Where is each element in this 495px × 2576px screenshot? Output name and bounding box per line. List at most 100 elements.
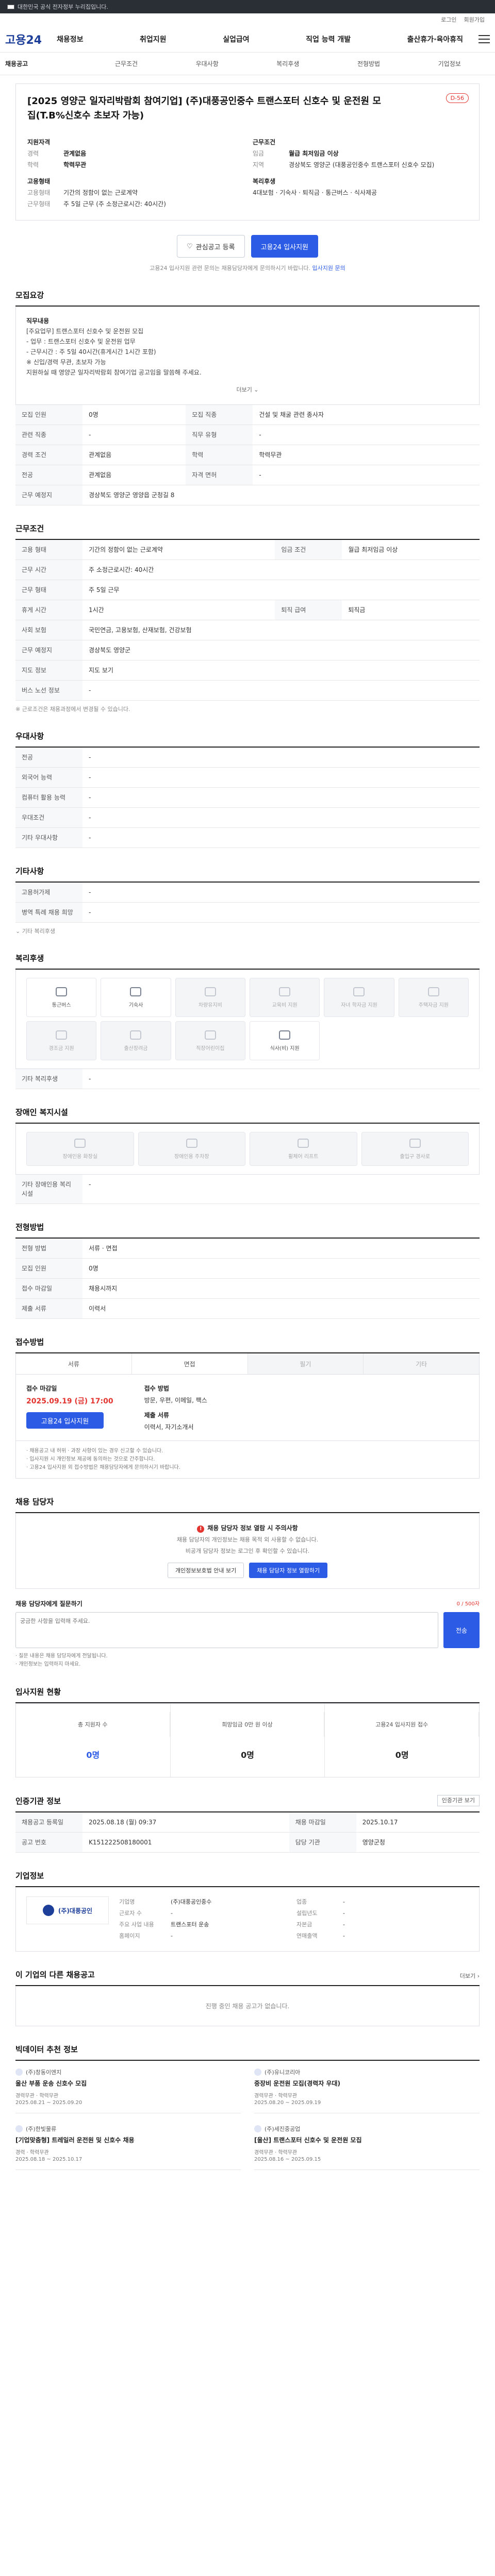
company-value: 트랜스포터 운송 <box>171 1921 209 1928</box>
bus-icon <box>56 987 68 996</box>
row-label: 담당 기관 <box>289 1832 356 1853</box>
welfare-item: 출산장려금 <box>101 1021 171 1060</box>
row-value: 주 소정근로시간: 40시간 <box>82 560 480 580</box>
row-label: 전공 <box>15 465 82 485</box>
wage-value: 월급 최저임금 이상 <box>289 150 339 157</box>
site-logo[interactable]: 고용24 <box>5 31 57 47</box>
gnb-menu-support[interactable]: 취업지원 <box>140 34 167 44</box>
apply-inquiry-link[interactable]: 입사지원 문의 <box>312 265 345 272</box>
career-value: 관계없음 <box>63 150 87 157</box>
company-label: 기업명 <box>119 1899 135 1905</box>
row-value: 0명 <box>82 405 186 425</box>
welfare-grid: 통근버스 기숙사 차량유지비 교육비 지원 자녀 학자금 지원 주택자금 지원 … <box>15 970 480 1069</box>
welfare-item-label: 기숙사 <box>128 1002 143 1008</box>
tab-recruit[interactable]: 채용공고 <box>5 59 86 68</box>
apply-box-button[interactable]: 고용24 입사지원 <box>26 1412 104 1429</box>
welfare-item: 기숙사 <box>101 978 171 1017</box>
process-section: 전형방법 전형 방법 서류 · 면접 모집 인원 0명 접수 마감일 채용시까지 제출… <box>15 1222 480 1319</box>
privacy-guide-button[interactable]: 개인정보보호법 안내 보기 <box>167 1563 244 1578</box>
gift-icon <box>56 1030 68 1040</box>
company-box: (주)대풍공인 기업명 (주)대풍공인중수 업종 - 근로자 수 - 설립년도 - 주요 사… <box>15 1887 480 1952</box>
view-contact-button[interactable]: 채용 담당자 정보 열람하기 <box>249 1563 328 1578</box>
recommend-card[interactable]: (주)세진중공업 [울산] 트랜스포터 신호수 및 운전원 모집 경력무관 · … <box>254 2125 480 2170</box>
process-table: 전형 방법 서류 · 면접 모집 인원 0명 접수 마감일 채용시까지 제출 서류 이력… <box>15 1239 480 1319</box>
job-description-line: [주요업무] 트랜스포터 신호수 및 운전원 모집 <box>26 328 144 335</box>
card-title: 중장비 운전원 모집(경력자 우대) <box>254 2080 341 2087</box>
expand-button[interactable]: 더보기 ⌄ <box>26 385 469 395</box>
apply-steps: 서류 면접 필기 기타 <box>15 1353 480 1375</box>
process-heading: 전형방법 <box>15 1222 480 1239</box>
signup-link[interactable]: 회원가입 <box>464 15 485 24</box>
login-link[interactable]: 로그인 <box>441 15 456 24</box>
question-send-button[interactable]: 전송 <box>443 1612 480 1648</box>
stats-panel: 총 지원자 수 0명 희망임금 0만 원 이상 0명 고용24 입사지원 접수 0명 <box>15 1703 480 1777</box>
map-link[interactable]: 지도 보기 <box>82 660 480 681</box>
scholarship-icon <box>353 987 365 996</box>
company-value: (주)대풍공인중수 <box>171 1899 212 1905</box>
recommend-card[interactable]: (주)유니코리아 중장비 운전원 모집(경력자 우대) 경력무관 · 학력무관 … <box>254 2068 480 2113</box>
page-bottom-spacer <box>15 2170 480 2211</box>
dormitory-icon <box>130 987 142 996</box>
certify-more-button[interactable]: 인증기관 보기 <box>437 1795 480 1806</box>
contact-heading: 채용 담당자 <box>15 1496 480 1513</box>
scrap-button-label: 관심공고 등록 <box>195 243 235 251</box>
deadline-label: 접수 마감일 <box>26 1385 57 1392</box>
row-label: 우대조건 <box>15 807 82 828</box>
row-label: 경력 조건 <box>15 445 82 465</box>
row-label: 모집 인원 <box>15 405 82 425</box>
table-row: 기타 장애인용 복리시설 - <box>15 1175 480 1204</box>
question-input[interactable] <box>15 1612 438 1648</box>
company-table: 기업명 (주)대풍공인중수 업종 - 근로자 수 - 설립년도 - 주요 사업 내용 트랜스포… <box>119 1896 469 1942</box>
gnb-menus: 채용정보 취업지원 실업급여 직업 능력 개발 출산휴가·육아휴직 <box>57 34 478 44</box>
apply-heading: 접수방법 <box>15 1336 480 1353</box>
table-row: 전형 방법 서류 · 면접 <box>15 1239 480 1259</box>
gnb-menu-leave[interactable]: 출산휴가·육아휴직 <box>407 34 463 44</box>
others-section: 이 기업의 다른 채용공고 더보기 › 진행 중인 채용 공고가 없습니다. <box>15 1969 480 2026</box>
apply-button[interactable]: 고용24 입사지원 <box>251 235 318 258</box>
tab-work[interactable]: 근무조건 <box>86 59 167 68</box>
tab-prefer[interactable]: 우대사항 <box>167 59 248 68</box>
disability-item: 출입구 경사로 <box>361 1132 469 1166</box>
job-summary: D-56 [2025 영양군 일자리박람회 참여기업] (주)대풍공인중수 트랜… <box>15 83 480 221</box>
gnb-menu-training[interactable]: 직업 능력 개발 <box>306 34 351 44</box>
company-label: 근로자 수 <box>119 1910 142 1917</box>
car-icon <box>204 987 216 996</box>
job-description-line: ※ 신입/경력 무관, 초보자 가능 <box>26 359 106 366</box>
card-meta: 경력무관 · 학력무관 <box>254 2093 298 2099</box>
tab-company[interactable]: 기업정보 <box>409 59 490 68</box>
recommend-card[interactable]: (주)창동이엔지 울산 부품 운송 신호수 모집 경력무관 · 학력무관 202… <box>15 2068 241 2113</box>
scrap-button[interactable]: ♡ 관심공고 등록 <box>177 235 245 258</box>
etc-fold[interactable]: ⌄ 기타 복리후생 <box>15 927 480 935</box>
recruit-table: 모집 인원 0명 모집 직종 건설 및 채굴 관련 종사자 관련 직종 - 직무 유형 - … <box>15 405 480 505</box>
job-description-line: 지원하실 때 영양군 일자리박람회 참여기업 공고임을 말씀해 주세요. <box>26 369 202 376</box>
disability-item: 장애인용 주차장 <box>138 1132 245 1166</box>
company-logo-icon <box>15 2125 23 2132</box>
work-heading: 근무조건 <box>15 523 480 540</box>
others-more-link[interactable]: 더보기 › <box>460 1972 480 1980</box>
heart-icon: ♡ <box>187 242 193 250</box>
table-row: 모집 인원 0명 <box>15 1258 480 1279</box>
step-written: 필기 <box>248 1353 364 1374</box>
baby-icon <box>130 1030 142 1040</box>
employment-title: 고용형태 <box>27 178 51 185</box>
gnb-menu-unemployment[interactable]: 실업급여 <box>223 34 250 44</box>
welfare-item: 주택자금 지원 <box>398 978 469 1017</box>
row-label: 근무 예정지 <box>15 485 82 505</box>
row-label: 근무 시간 <box>15 560 82 580</box>
company-label: 설립년도 <box>296 1910 318 1917</box>
gnb-menu-jobs[interactable]: 채용정보 <box>57 34 84 44</box>
region-value: 경상북도 영양군 (대풍공인중수 트랜스포터 신호수 모집) <box>289 161 435 168</box>
table-row: 제출 서류 이력서 <box>15 1298 480 1319</box>
tab-process[interactable]: 전형방법 <box>328 59 409 68</box>
recommend-card[interactable]: (주)한빛물류 [기업맞춤형] 트레일러 운전원 및 신호수 채용 경력 · 학… <box>15 2125 241 2170</box>
tab-welfare[interactable]: 복리후생 <box>248 59 328 68</box>
apply-note: 고용24 입사지원 관련 문의는 채용담당자에게 문의하시기 바랍니다. 입사지… <box>15 264 480 272</box>
row-label: 모집 직종 <box>186 405 253 425</box>
recommend-section: 빅데이터 추천 정보 (주)창동이엔지 울산 부품 운송 신호수 모집 경력무관… <box>15 2044 480 2170</box>
company-value: - <box>343 1899 345 1905</box>
row-value: - <box>82 883 480 903</box>
card-date: 2025.08.16 ~ 2025.09.15 <box>254 2157 321 2162</box>
job-description: 직무내용 [주요업무] 트랜스포터 신호수 및 운전원 모집 - 업무 : 트랜… <box>15 307 480 405</box>
etc-fold-label: 기타 복리후생 <box>22 928 55 935</box>
menu-icon[interactable] <box>478 35 490 43</box>
